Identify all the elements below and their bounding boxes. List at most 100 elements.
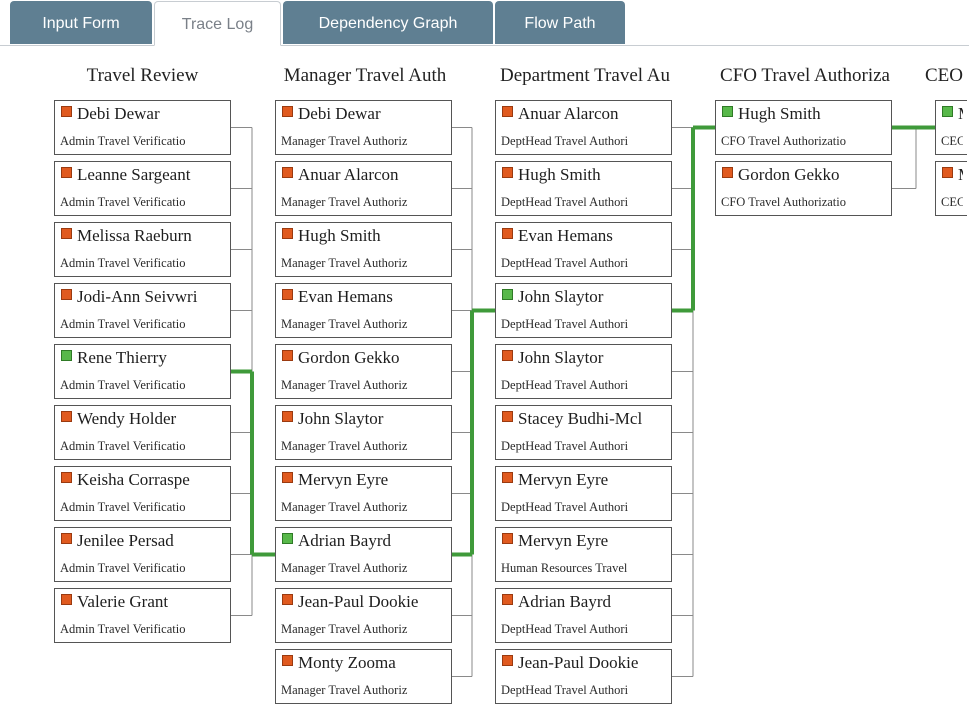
workflow-node[interactable]: Rene Thierry Admin Travel Verificatio — [54, 344, 231, 399]
node-assignee-name: M — [958, 104, 963, 124]
workflow-node[interactable]: John Slaytor DeptHead Travel Authori — [495, 283, 672, 338]
status-pending-icon — [502, 106, 513, 117]
node-role-label: CEC — [941, 134, 963, 148]
status-complete-icon — [722, 106, 733, 117]
status-pending-icon — [282, 594, 293, 605]
node-assignee-name: Anuar Alarcon — [518, 104, 619, 123]
status-pending-icon — [282, 289, 293, 300]
node-role-label: Manager Travel Authoriz — [281, 439, 408, 453]
status-pending-icon — [282, 411, 293, 422]
status-pending-icon — [502, 655, 513, 666]
node-assignee-name: John Slaytor — [518, 348, 604, 367]
status-pending-icon — [61, 228, 72, 239]
node-role-label: Manager Travel Authoriz — [281, 500, 408, 514]
node-role-label: Admin Travel Verificatio — [60, 317, 186, 331]
status-pending-icon — [61, 106, 72, 117]
workflow-node[interactable]: Gordon Gekko CFO Travel Authorizatio — [715, 161, 892, 216]
node-role-label: Manager Travel Authoriz — [281, 317, 408, 331]
workflow-node[interactable]: Melissa Raeburn Admin Travel Verificatio — [54, 222, 231, 277]
node-assignee-name: Jean-Paul Dookie — [298, 592, 419, 611]
node-role-label: Human Resources Travel — [501, 561, 628, 575]
workflow-node[interactable]: John Slaytor Manager Travel Authoriz — [275, 405, 452, 460]
workflow-node[interactable]: Debi Dewar Admin Travel Verificatio — [54, 100, 231, 155]
node-role-label: DeptHead Travel Authori — [501, 683, 629, 697]
workflow-node[interactable]: Jean-Paul Dookie DeptHead Travel Authori — [495, 649, 672, 704]
status-pending-icon — [282, 228, 293, 239]
node-assignee-name: M — [958, 165, 963, 185]
workflow-node[interactable]: Anuar Alarcon Manager Travel Authoriz — [275, 161, 452, 216]
workflow-node[interactable]: Leanne Sargeant Admin Travel Verificatio — [54, 161, 231, 216]
workflow-node[interactable]: Hugh Smith DeptHead Travel Authori — [495, 161, 672, 216]
status-pending-icon — [502, 228, 513, 239]
node-role-label: DeptHead Travel Authori — [501, 256, 629, 270]
node-assignee-name: Hugh Smith — [518, 165, 601, 184]
workflow-node[interactable]: Adrian Bayrd DeptHead Travel Authori — [495, 588, 672, 643]
workflow-node[interactable]: Jean-Paul Dookie Manager Travel Authoriz — [275, 588, 452, 643]
status-pending-icon — [722, 167, 733, 178]
workflow-node[interactable]: Valerie Grant Admin Travel Verificatio — [54, 588, 231, 643]
node-assignee-name: John Slaytor — [298, 409, 384, 428]
node-assignee-name: Valerie Grant — [77, 592, 169, 611]
status-complete-icon — [502, 289, 513, 300]
node-role-label: DeptHead Travel Authori — [501, 439, 629, 453]
node-assignee-name: Melissa Raeburn — [77, 226, 192, 245]
workflow-node[interactable]: Mervyn Eyre Manager Travel Authoriz — [275, 466, 452, 521]
node-role-label: Admin Travel Verificatio — [60, 378, 186, 392]
node-role-label: DeptHead Travel Authori — [501, 622, 629, 636]
column-header: Manager Travel Auth — [283, 65, 447, 86]
workflow-node[interactable]: Evan Hemans DeptHead Travel Authori — [495, 222, 672, 277]
node-assignee-name: Jean-Paul Dookie — [518, 653, 639, 672]
workflow-node[interactable]: Wendy Holder Admin Travel Verificatio — [54, 405, 231, 460]
status-pending-icon — [282, 106, 293, 117]
workflow-node[interactable]: M CEC — [935, 161, 967, 216]
node-assignee-name: Stacey Budhi-Mcl — [518, 409, 643, 428]
workflow-node[interactable]: Hugh Smith CFO Travel Authorizatio — [715, 100, 892, 155]
node-role-label: Manager Travel Authoriz — [281, 256, 408, 270]
node-role-label: Admin Travel Verificatio — [60, 195, 186, 209]
node-role-label: Manager Travel Authoriz — [281, 378, 408, 392]
status-pending-icon — [61, 167, 72, 178]
node-assignee-name: Evan Hemans — [298, 287, 393, 306]
workflow-node[interactable]: Adrian Bayrd Manager Travel Authoriz — [275, 527, 452, 582]
status-complete-icon — [61, 350, 72, 361]
workflow-node[interactable]: Anuar Alarcon DeptHead Travel Authori — [495, 100, 672, 155]
status-pending-icon — [942, 167, 953, 178]
node-assignee-name: Monty Zooma — [298, 653, 396, 672]
node-assignee-name: Hugh Smith — [298, 226, 381, 245]
column-header: Department Travel Au — [500, 65, 670, 86]
workflow-node[interactable]: Keisha Corraspe Admin Travel Verificatio — [54, 466, 231, 521]
node-role-label: DeptHead Travel Authori — [501, 195, 629, 209]
node-assignee-name: John Slaytor — [518, 287, 604, 306]
status-complete-icon — [282, 533, 293, 544]
node-assignee-name: Debi Dewar — [77, 104, 160, 123]
workflow-node[interactable]: Monty Zooma Manager Travel Authoriz — [275, 649, 452, 704]
status-pending-icon — [61, 289, 72, 300]
node-assignee-name: Anuar Alarcon — [298, 165, 399, 184]
node-role-label: CFO Travel Authorizatio — [721, 134, 847, 148]
node-role-label: DeptHead Travel Authori — [501, 378, 629, 392]
workflow-node[interactable]: Mervyn Eyre Human Resources Travel — [495, 527, 672, 582]
node-assignee-name: Jodi-Ann Seivwri — [77, 287, 198, 306]
node-role-label: Admin Travel Verificatio — [60, 256, 186, 270]
workflow-node[interactable]: Hugh Smith Manager Travel Authoriz — [275, 222, 452, 277]
node-role-label: Manager Travel Authoriz — [281, 683, 408, 697]
node-assignee-name: Keisha Corraspe — [77, 470, 190, 489]
status-pending-icon — [502, 472, 513, 483]
workflow-node[interactable]: Gordon Gekko Manager Travel Authoriz — [275, 344, 452, 399]
workflow-node[interactable]: Jenilee Persad Admin Travel Verificatio — [54, 527, 231, 582]
workflow-node[interactable]: Evan Hemans Manager Travel Authoriz — [275, 283, 452, 338]
workflow-node[interactable]: M CEC — [935, 100, 967, 155]
node-role-label: Manager Travel Authoriz — [281, 561, 408, 575]
node-assignee-name: Mervyn Eyre — [298, 470, 389, 489]
status-pending-icon — [61, 533, 72, 544]
workflow-node[interactable]: Mervyn Eyre DeptHead Travel Authori — [495, 466, 672, 521]
workflow-node[interactable]: John Slaytor DeptHead Travel Authori — [495, 344, 672, 399]
workflow-node[interactable]: Debi Dewar Manager Travel Authoriz — [275, 100, 452, 155]
status-pending-icon — [61, 472, 72, 483]
node-role-label: Admin Travel Verificatio — [60, 622, 186, 636]
workflow-node[interactable]: Jodi-Ann Seivwri Admin Travel Verificatio — [54, 283, 231, 338]
status-pending-icon — [502, 533, 513, 544]
workflow-node[interactable]: Stacey Budhi-Mcl DeptHead Travel Authori — [495, 405, 672, 460]
node-role-label: Manager Travel Authoriz — [281, 134, 408, 148]
node-role-label: Manager Travel Authoriz — [281, 622, 408, 636]
